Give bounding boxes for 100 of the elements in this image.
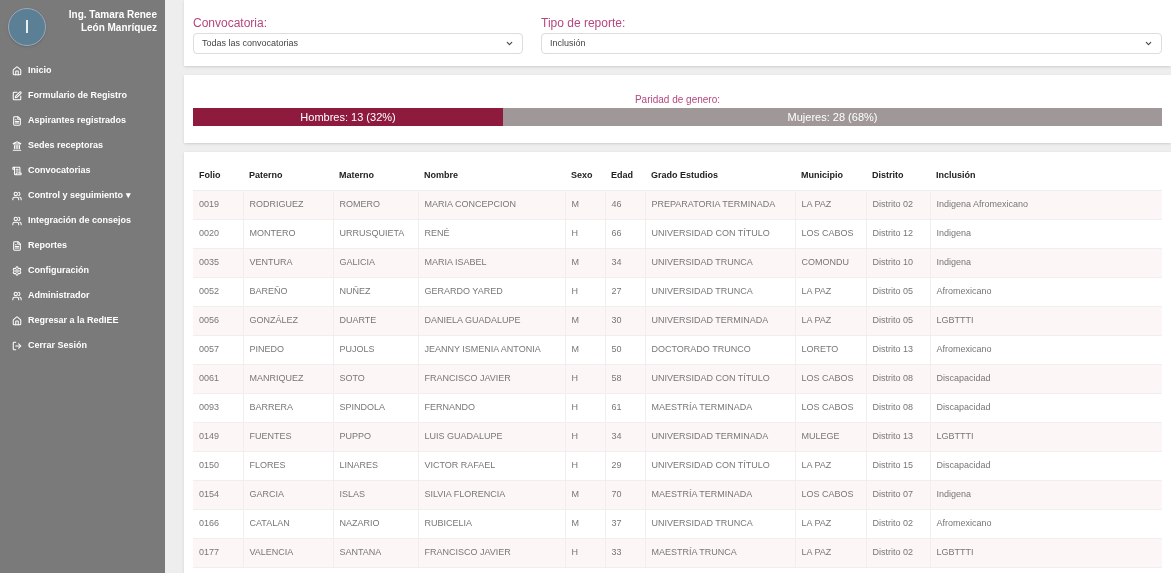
table-cell: Discapacidad [930, 364, 1162, 393]
table-cell: BARRERA [243, 393, 333, 422]
table-cell: MAESTRÍA TERMINADA [645, 393, 795, 422]
parity-title: Paridad de genero: [634, 93, 721, 106]
sidebar-item[interactable]: Integración de consejos [0, 208, 165, 233]
sidebar-item[interactable]: Regresar a la RedIEE [0, 308, 165, 333]
select-field[interactable]: Inclusión [541, 33, 1162, 54]
sidebar-item[interactable]: Convocatorias [0, 158, 165, 183]
table-cell: Distrito 12 [866, 219, 930, 248]
sidebar-item[interactable]: Aspirantes registrados [0, 108, 165, 133]
home-icon [12, 65, 22, 76]
table-cell: 70 [605, 480, 645, 509]
table-cell: NAZARIO [333, 509, 418, 538]
table-cell: MULEGE [795, 422, 866, 451]
table-cell: GONZÁLEZ [243, 306, 333, 335]
column-header: Materno [333, 161, 418, 190]
field-label: Convocatoria: [193, 17, 269, 29]
table-cell: 30 [605, 306, 645, 335]
table-cell: 27 [605, 277, 645, 306]
table-cell: URRUSQUIETA [333, 219, 418, 248]
sidebar-item[interactable]: Inicio [0, 58, 165, 83]
chevron-down-icon [505, 39, 514, 48]
table-cell: Distrito 08 [866, 393, 930, 422]
sidebar-item[interactable]: Formulario de Registro [0, 83, 165, 108]
table-cell: SILVIA FLORENCIA [418, 480, 565, 509]
table-cell: GARCIA [243, 480, 333, 509]
table-cell: LOS CABOS [795, 480, 866, 509]
users-icon [12, 190, 22, 201]
table-cell: Afromexicano [930, 509, 1162, 538]
table-cell: 0035 [193, 248, 243, 277]
table-cell: PINEDO [243, 335, 333, 364]
table-cell: LINARES [333, 451, 418, 480]
sidebar-item[interactable]: Cerrar Sesión [0, 333, 165, 358]
user-name: Ing. Tamara Renee León Manríquez [67, 8, 157, 34]
table-cell: Discapacidad [930, 393, 1162, 422]
table-cell: LA PAZ [795, 538, 866, 567]
table-cell: 0150 [193, 451, 243, 480]
table-cell: DANIELA GUADALUPE [418, 306, 565, 335]
table-cell: RUBICELIA [418, 509, 565, 538]
sidebar-item[interactable]: Administrador [0, 283, 165, 308]
table-cell: 0154 [193, 480, 243, 509]
table-cell: 0166 [193, 509, 243, 538]
table-cell: LOS CABOS [795, 364, 866, 393]
table-cell: 0057 [193, 335, 243, 364]
table-cell: UNIVERSIDAD TRUNCA [645, 248, 795, 277]
column-header: Paterno [243, 161, 333, 190]
table-cell: LORETO [795, 335, 866, 364]
table-cell: LGBTTTI [930, 422, 1162, 451]
table-cell: 37 [605, 509, 645, 538]
sidebar-item[interactable]: Configuración [0, 258, 165, 283]
column-header: Edad [605, 161, 645, 190]
logout-icon [12, 340, 22, 351]
sidebar-item[interactable]: Control y seguimiento ▾ [0, 183, 165, 208]
table-cell: 33 [605, 538, 645, 567]
column-header: Nombre [418, 161, 565, 190]
table-cell: LGBTTTI [930, 538, 1162, 567]
table-cell: GALICIA [333, 248, 418, 277]
table-cell: 58 [605, 364, 645, 393]
table-cell: LA PAZ [795, 277, 866, 306]
table-cell: PREPARATORIA TERMINADA [645, 190, 795, 219]
table-cell: DUARTE [333, 306, 418, 335]
table-cell: BAREÑO [243, 277, 333, 306]
users-icon [12, 290, 22, 301]
table-cell: 0052 [193, 277, 243, 306]
column-header: Municipio [795, 161, 866, 190]
table-cell: MONTERO [243, 219, 333, 248]
sidebar-item[interactable]: Reportes [0, 233, 165, 258]
table-cell: ROMERO [333, 190, 418, 219]
column-header: Inclusión [930, 161, 1162, 190]
table-cell: PUPPO [333, 422, 418, 451]
table-cell: Discapacidad [930, 451, 1162, 480]
settings-icon [12, 265, 22, 276]
table-cell: H [565, 364, 605, 393]
sidebar-item[interactable]: Sedes receptoras [0, 133, 165, 158]
field-label: Tipo de reporte: [541, 17, 627, 29]
table-cell: H [565, 451, 605, 480]
table-cell: 50 [605, 335, 645, 364]
table-cell: Distrito 08 [866, 364, 930, 393]
select-field[interactable]: Todas las convocatorias [193, 33, 523, 54]
table-cell: 34 [605, 248, 645, 277]
table-cell: LOS CABOS [795, 219, 866, 248]
table-cell: SOTO [333, 364, 418, 393]
table-cell: Indigena Afromexicano [930, 190, 1162, 219]
table-cell: 0056 [193, 306, 243, 335]
table-cell: FERNANDO [418, 393, 565, 422]
table-cell: 66 [605, 219, 645, 248]
table-cell: UNIVERSIDAD TRUNCA [645, 509, 795, 538]
table-cell: Distrito 05 [866, 306, 930, 335]
table-cell: H [565, 393, 605, 422]
table-cell: VALENCIA [243, 538, 333, 567]
table-cell: MAESTRÍA TRUNCA [645, 538, 795, 567]
table-cell: RENÉ [418, 219, 565, 248]
table-cell: FLORES [243, 451, 333, 480]
table-cell: M [565, 190, 605, 219]
table-cell: 0019 [193, 190, 243, 219]
table-cell: Indigena [930, 248, 1162, 277]
table-cell: Distrito 10 [866, 248, 930, 277]
document-icon [12, 115, 22, 126]
table-cell: Distrito 15 [866, 451, 930, 480]
table-cell: LA PAZ [795, 451, 866, 480]
